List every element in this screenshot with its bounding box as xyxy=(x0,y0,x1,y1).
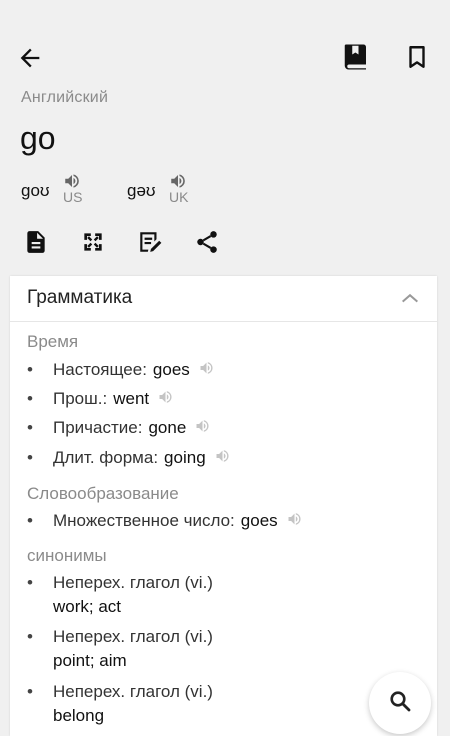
synonym-pos: Неперех. глагол (vi.) xyxy=(53,627,213,646)
bullet: • xyxy=(27,573,33,592)
headword: go xyxy=(20,120,56,156)
synonym-item: • Неперех. глагол (vi.) work; act xyxy=(27,573,213,616)
list-item: • Настоящее: goes xyxy=(27,360,215,380)
bullet: • xyxy=(27,682,33,701)
speaker-icon[interactable] xyxy=(63,172,81,190)
book-icon[interactable] xyxy=(341,41,371,73)
item-label: Причастие: xyxy=(53,418,143,437)
synonym-pos: Неперех. глагол (vi.) xyxy=(53,573,213,592)
speaker-icon[interactable] xyxy=(286,511,303,527)
item-label: Прош.: xyxy=(53,389,108,408)
synonym-words[interactable]: work; act xyxy=(53,597,121,617)
bullet: • xyxy=(27,627,33,646)
tense-section-label: Время xyxy=(27,332,79,351)
bullet: • xyxy=(27,360,33,379)
arrow-left-icon[interactable] xyxy=(16,44,44,72)
list-item: • Множественное число: goes xyxy=(27,511,303,531)
item-value[interactable]: went xyxy=(113,389,149,408)
bullet: • xyxy=(27,511,33,530)
item-value[interactable]: going xyxy=(164,448,206,467)
bullet: • xyxy=(27,448,33,467)
bullet: • xyxy=(27,418,33,437)
list-item: • Прош.: went xyxy=(27,389,174,409)
region-uk: UK xyxy=(169,189,189,205)
synonym-words[interactable]: point; aim xyxy=(53,651,127,671)
header-area: Английский go goʊ US gəʊ UK xyxy=(0,0,450,270)
speaker-icon[interactable] xyxy=(194,418,211,434)
grammar-title: Грамматика xyxy=(27,287,133,308)
item-label: Длит. форма: xyxy=(53,448,159,467)
search-icon xyxy=(390,691,411,712)
speaker-icon[interactable] xyxy=(157,389,174,405)
search-fab-button[interactable] xyxy=(369,672,431,734)
speaker-icon[interactable] xyxy=(198,360,215,376)
ipa-us: goʊ xyxy=(21,181,50,200)
synonym-item: • Неперех. глагол (vi.) belong xyxy=(27,682,213,725)
fullscreen-icon[interactable] xyxy=(80,229,106,255)
synonyms-section-label: синонимы xyxy=(27,546,107,565)
synonym-words[interactable]: belong xyxy=(53,706,104,726)
item-value[interactable]: goes xyxy=(241,511,278,530)
item-value[interactable]: gone xyxy=(148,418,186,437)
item-label: Настоящее: xyxy=(53,360,147,379)
list-item: • Длит. форма: going xyxy=(27,448,231,468)
item-value[interactable]: goes xyxy=(153,360,190,379)
ipa-uk: gəʊ xyxy=(127,181,156,200)
speaker-icon[interactable] xyxy=(214,448,231,464)
grammar-card: Грамматика Время • Настоящее: goes • Прош.:… xyxy=(10,276,437,736)
item-label: Множественное число: xyxy=(53,511,235,530)
bookmark-icon[interactable] xyxy=(404,42,430,72)
share-icon[interactable] xyxy=(194,229,220,255)
grammar-card-header[interactable]: Грамматика xyxy=(10,276,437,322)
document-icon[interactable] xyxy=(23,229,49,255)
wordform-section-label: Словообразование xyxy=(27,484,179,503)
synonym-pos: Неперех. глагол (vi.) xyxy=(53,682,213,701)
region-us: US xyxy=(63,189,83,205)
chevron-up-icon[interactable] xyxy=(399,290,421,306)
bullet: • xyxy=(27,389,33,408)
edit-note-icon[interactable] xyxy=(137,229,163,255)
synonym-item: • Неперех. глагол (vi.) point; aim xyxy=(27,627,213,670)
list-item: • Причастие: gone xyxy=(27,418,211,438)
source-language: Английский xyxy=(21,89,109,106)
speaker-icon[interactable] xyxy=(169,172,187,190)
